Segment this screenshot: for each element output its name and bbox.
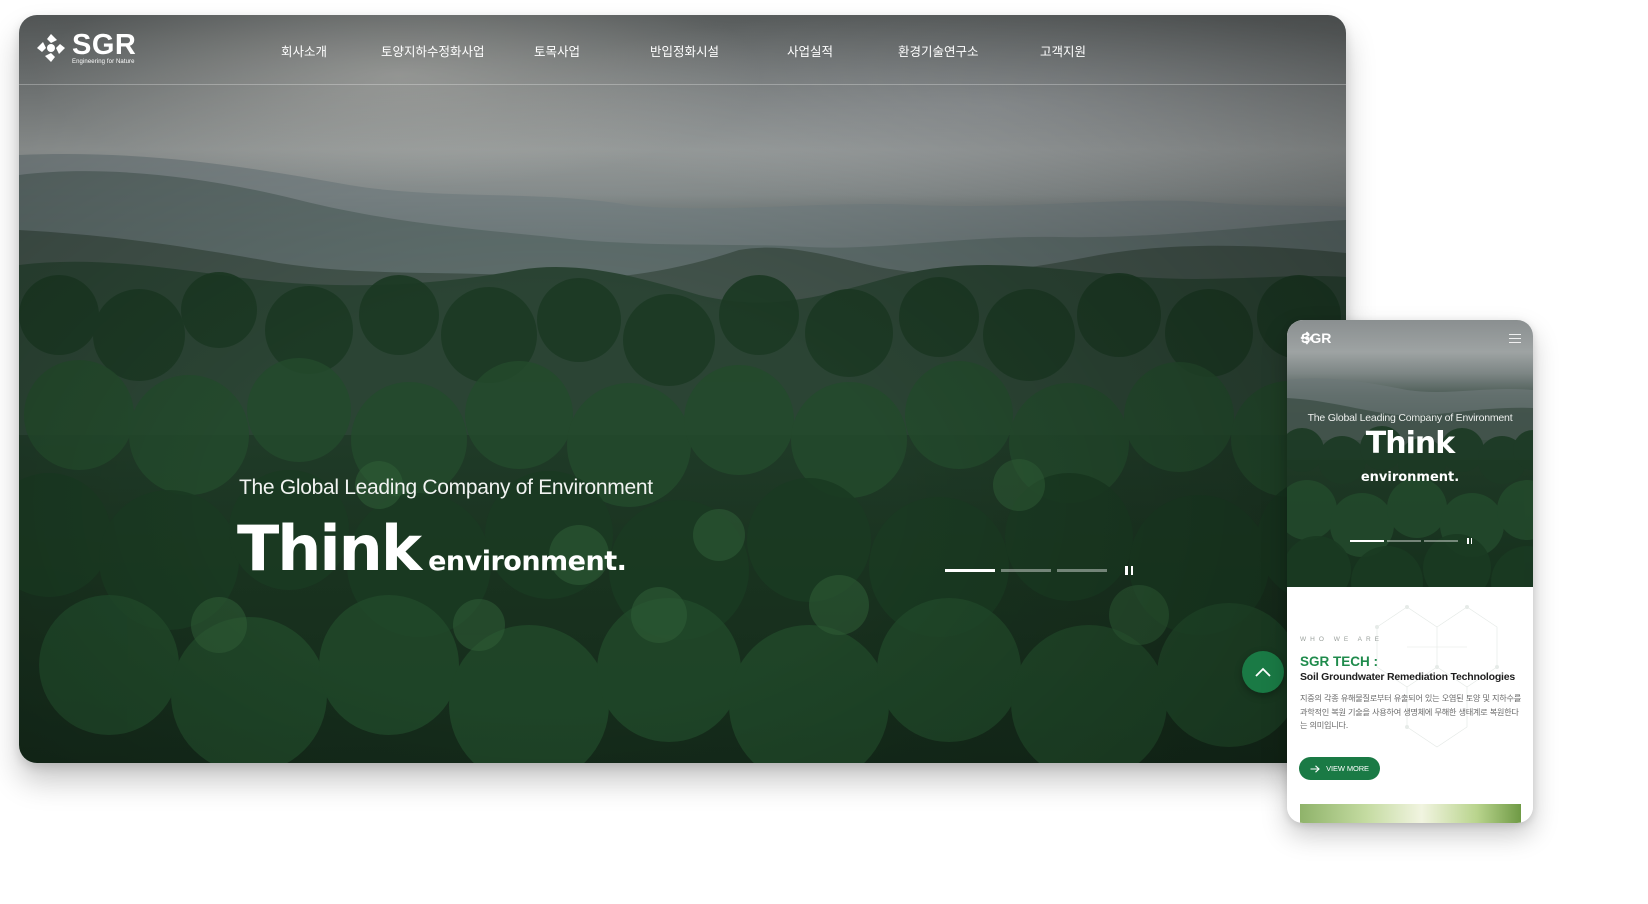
hero-subtitle: The Global Leading Company of Environmen… bbox=[239, 476, 653, 499]
logo-brand: SGR bbox=[72, 28, 137, 61]
mobile-about-section: WHO WE ARE SGR TECH : Soil Groundwater R… bbox=[1287, 587, 1533, 823]
hero-vignette bbox=[19, 15, 1346, 763]
view-more-label: VIEW MORE bbox=[1326, 764, 1369, 773]
mobile-mockup: SGR The Global Leading Company of Enviro… bbox=[1287, 320, 1533, 823]
nav-item-research[interactable]: 환경기술연구소 bbox=[898, 41, 979, 60]
nav-item-soil-remediation[interactable]: 토양지하수정화사업 bbox=[381, 41, 485, 60]
slide-indicator-2[interactable] bbox=[1001, 569, 1051, 572]
view-more-button[interactable]: VIEW MORE bbox=[1299, 757, 1380, 780]
sgr-logo-icon bbox=[1300, 331, 1314, 345]
mobile-hero: SGR The Global Leading Company of Enviro… bbox=[1287, 320, 1533, 587]
sgr-logo[interactable]: SGR Engineering for Nature bbox=[34, 28, 137, 65]
desktop-mockup: SGR Engineering for Nature 회사소개 토양지하수정화사… bbox=[19, 15, 1346, 763]
mobile-slide-indicator-3[interactable] bbox=[1424, 540, 1458, 542]
nav-item-support[interactable]: 고객지원 bbox=[1040, 41, 1086, 60]
mobile-header: SGR bbox=[1287, 320, 1533, 358]
about-eyebrow: WHO WE ARE bbox=[1300, 636, 1383, 643]
mobile-slider-pagination bbox=[1350, 538, 1472, 544]
nav-item-projects[interactable]: 사업실적 bbox=[787, 41, 833, 60]
mobile-hero-subtitle: The Global Leading Company of Environmen… bbox=[1307, 412, 1513, 424]
hero-title-big: Think bbox=[237, 512, 422, 585]
about-description: 지중의 각종 유해물질로부터 유출되어 있는 오염된 토양 및 지하수를 과학적… bbox=[1300, 693, 1521, 730]
pause-icon[interactable] bbox=[1467, 538, 1472, 544]
mobile-slide-indicator-1[interactable] bbox=[1350, 540, 1384, 542]
about-preview-image bbox=[1300, 804, 1521, 823]
slider-pagination bbox=[945, 566, 1133, 575]
hamburger-menu-icon[interactable] bbox=[1509, 334, 1521, 343]
sgr-logo-icon bbox=[37, 34, 65, 62]
slide-indicator-3[interactable] bbox=[1057, 569, 1107, 572]
about-subtitle: Soil Groundwater Remediation Technologie… bbox=[1300, 671, 1516, 683]
slide-indicator-1[interactable] bbox=[945, 569, 995, 572]
desktop-header: SGR Engineering for Nature 회사소개 토양지하수정화사… bbox=[19, 15, 1346, 85]
hero-title-small: environment. bbox=[428, 546, 627, 577]
nav-item-company[interactable]: 회사소개 bbox=[281, 41, 327, 60]
nav-item-civil[interactable]: 토목사업 bbox=[534, 41, 580, 60]
hero-title: Think environment. bbox=[237, 512, 627, 585]
arrow-right-icon bbox=[1310, 764, 1320, 773]
mobile-hero-title-small: environment. bbox=[1360, 470, 1460, 485]
nav-item-facility[interactable]: 반입정화시설 bbox=[650, 41, 719, 60]
mobile-hero-title-big: Think bbox=[1365, 426, 1455, 461]
pause-icon[interactable] bbox=[1125, 566, 1133, 575]
arrow-up-icon bbox=[1255, 667, 1271, 677]
about-title: SGR TECH : bbox=[1300, 654, 1379, 669]
mobile-logo[interactable]: SGR bbox=[1299, 330, 1331, 346]
scroll-top-button[interactable] bbox=[1242, 651, 1284, 693]
mobile-slide-indicator-2[interactable] bbox=[1387, 540, 1421, 542]
logo-tagline: Engineering for Nature bbox=[72, 58, 135, 65]
